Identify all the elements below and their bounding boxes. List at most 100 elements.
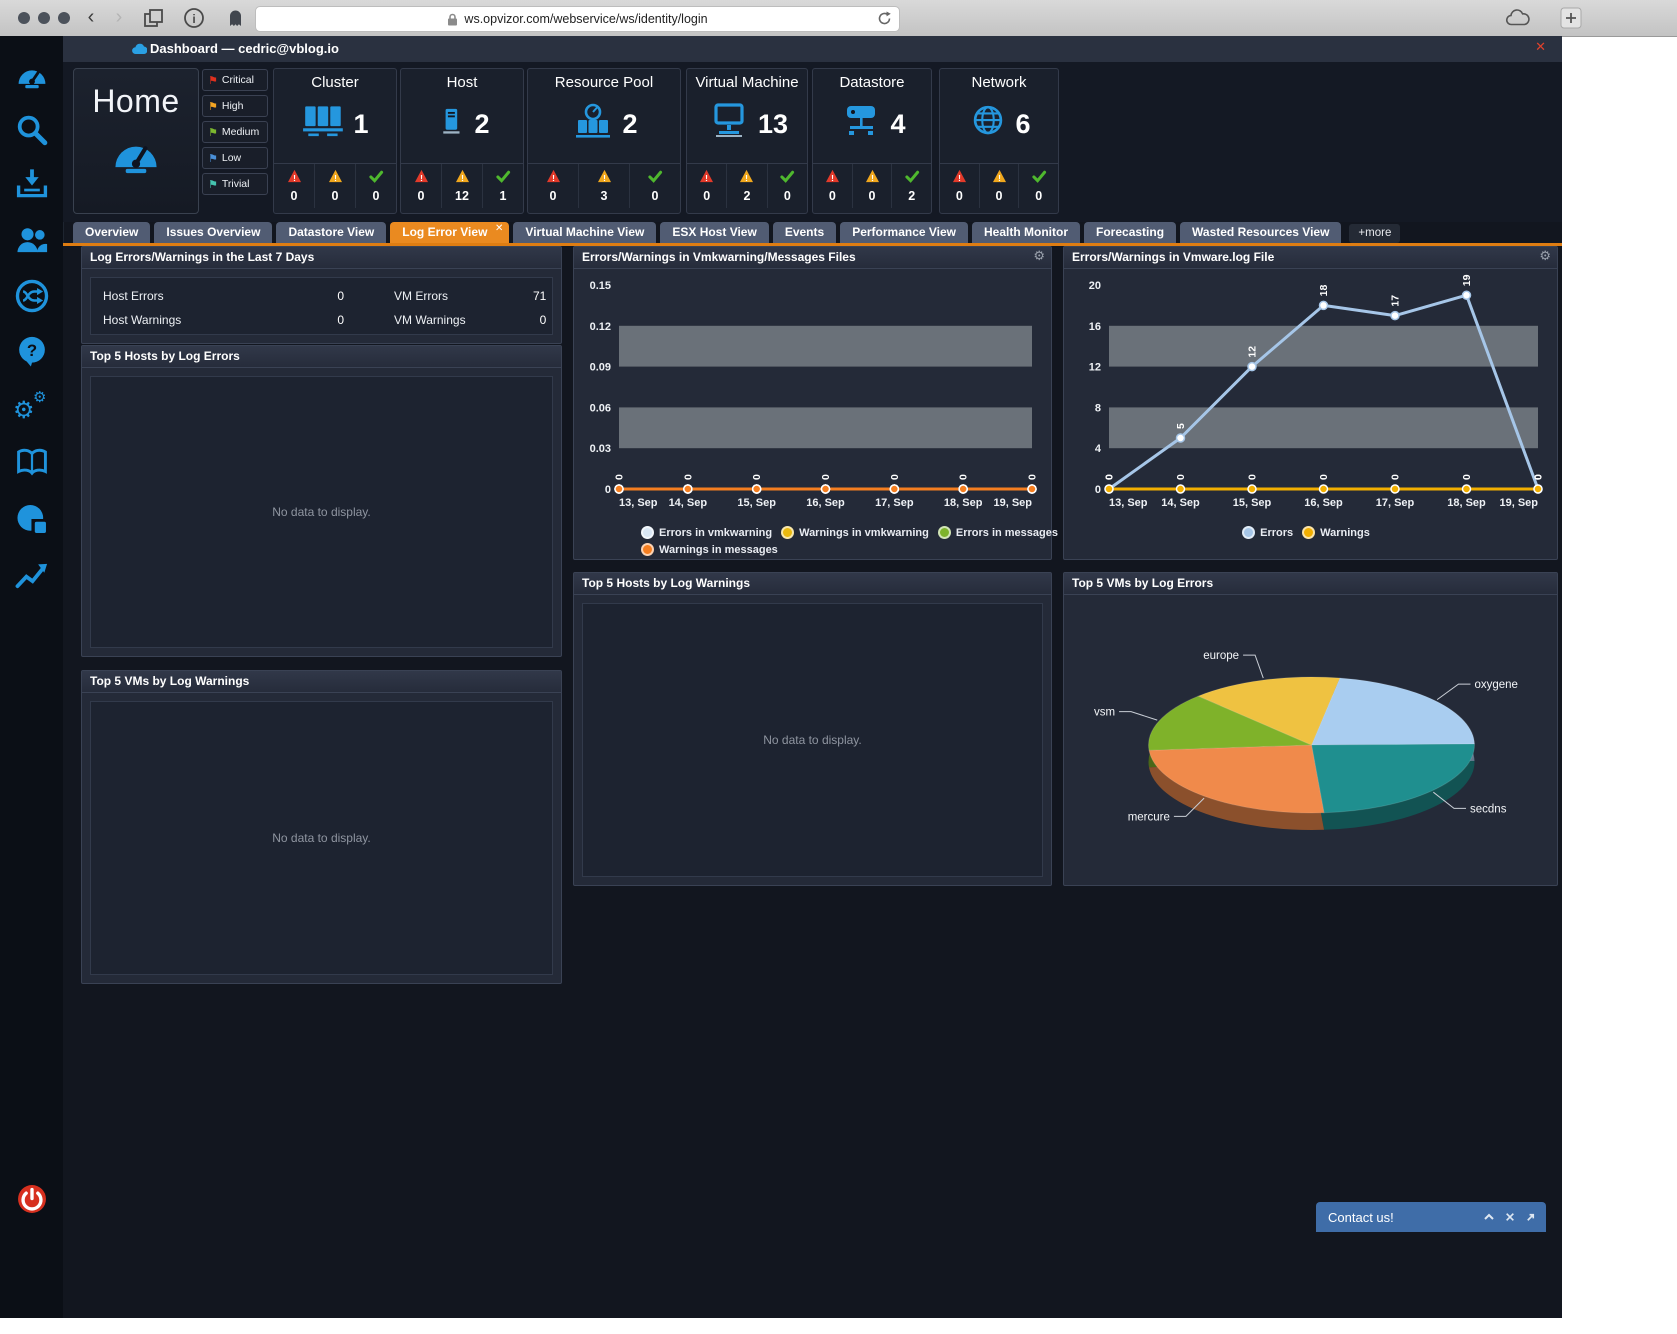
window-close-button[interactable] [18,12,30,24]
alert-cell: 0 [1019,164,1058,208]
tab-issues-overview[interactable]: Issues Overview [154,222,272,243]
warning-alert-icon: ! [980,169,1019,188]
trend-chart-icon [13,556,51,594]
sidebar-item-documentation[interactable] [13,443,51,481]
svg-text:12: 12 [1089,362,1101,374]
alert-cell: !0 [813,164,853,208]
svg-text:!: ! [603,173,606,183]
legend-item[interactable]: Errors in messages [938,526,1058,539]
svg-text:0: 0 [1247,474,1259,480]
info-icon[interactable]: i [183,7,205,34]
legend-label: Warnings in messages [659,544,778,556]
tab-bar: OverviewIssues OverviewDatastore ViewLog… [63,222,1562,246]
flag-icon: ⚑ [208,126,218,139]
alert-count: 0 [813,189,852,203]
legend-item[interactable]: Errors in vmkwarning [641,526,772,539]
card-cluster[interactable]: Cluster1!0!00 [273,68,397,214]
back-button[interactable]: ‹ [78,5,104,31]
svg-text:0.15: 0.15 [590,280,611,292]
stat-value: 0 [268,313,348,327]
tab-virtual-machine-view[interactable]: Virtual Machine View [513,222,656,243]
legend-dot-icon [641,526,654,539]
legend-item[interactable]: Warnings in messages [641,543,778,556]
alert-cell: !2 [727,164,767,208]
window-minimize-button[interactable] [38,12,50,24]
panel-settings-icon[interactable]: ⚙ [1539,249,1551,264]
legend-item[interactable]: Errors [1242,526,1293,539]
home-panel[interactable]: Home [73,68,199,214]
svg-text:0.09: 0.09 [590,362,611,374]
new-tab-button[interactable] [1560,7,1582,34]
severity-critical[interactable]: ⚑Critical [202,69,268,91]
dashboard-close-icon[interactable]: ✕ [1535,40,1546,55]
severity-low[interactable]: ⚑Low [202,147,268,169]
vmkwarning-chart: 00.030.060.090.120.1513, Sep14, Sep15, S… [575,269,1050,558]
sidebar-item-search[interactable] [13,112,51,150]
tab-log-error-view[interactable]: Log Error View✕ [390,222,509,243]
card-datastore[interactable]: Datastore4!0!02 [812,68,932,214]
sidebar-item-analytics[interactable] [13,556,51,594]
legend-dot-icon [1302,526,1315,539]
page-titlebar: Dashboard — cedric@vblog.io ✕ [63,36,1562,63]
tab-more-button[interactable]: +more [1349,224,1400,243]
sidebar-item-help[interactable]: ? [13,333,51,371]
svg-text:!: ! [705,173,708,183]
svg-text:18, Sep: 18, Sep [1447,497,1486,509]
svg-text:!: ! [871,173,874,183]
severity-high[interactable]: ⚑High [202,95,268,117]
tab-overview-icon[interactable] [142,7,164,34]
ok-check-icon [356,169,396,188]
sidebar-item-import[interactable] [13,166,51,204]
forward-button[interactable]: › [106,5,132,31]
book-icon [13,443,51,481]
tab-overview[interactable]: Overview [73,222,150,243]
tab-events[interactable]: Events [773,222,836,243]
tab-esx-host-view[interactable]: ESX Host View [660,222,768,243]
panel-vmware-chart: Errors/Warnings in Vmware.log File⚙ 0481… [1063,246,1558,560]
address-bar[interactable]: ws.opvizor.com/webservice/ws/identity/lo… [255,6,900,32]
panel-settings-icon[interactable]: ⚙ [1033,249,1045,264]
card-vm[interactable]: Virtual Machine13!0!20 [686,68,808,214]
legend-dot-icon [781,526,794,539]
alert-count: 0 [630,189,680,203]
sidebar-item-reports[interactable] [13,500,51,538]
severity-medium[interactable]: ⚑Medium [202,121,268,143]
critical-alert-icon: ! [687,169,726,188]
sidebar-item-automation[interactable] [13,277,51,315]
critical-alert-icon: ! [274,169,314,188]
sidebar-item-users[interactable] [13,222,51,260]
chart-legend: Errors Warnings [1065,526,1556,543]
contact-widget[interactable]: Contact us! [1316,1202,1546,1232]
sidebar-item-dashboard[interactable] [13,57,51,95]
reload-icon[interactable] [877,11,892,31]
card-network[interactable]: Network6!0!00 [939,68,1059,214]
alert-cell: !0 [687,164,727,208]
sidebar-item-settings[interactable]: ⚙⚙ [13,388,51,426]
window-zoom-button[interactable] [58,12,70,24]
chevron-up-icon[interactable] [1483,1212,1495,1222]
card-host[interactable]: Host2!0!121 [400,68,524,214]
severity-trivial[interactable]: ⚑Trivial [202,173,268,195]
users-icon [13,222,51,260]
pie-slice-label: mercure [1128,811,1170,823]
card-resource_pool[interactable]: Resource Pool2!0!30 [527,68,681,214]
popout-icon[interactable] [1525,1212,1536,1223]
tab-health-monitor[interactable]: Health Monitor [972,222,1080,243]
legend-dot-icon [641,543,654,556]
alert-cell: 0 [630,164,680,208]
cloud-icon[interactable] [1505,8,1531,33]
svg-text:0: 0 [958,474,970,480]
tab-forecasting[interactable]: Forecasting [1084,222,1176,243]
flag-icon: ⚑ [208,100,218,113]
tab-datastore-view[interactable]: Datastore View [276,222,386,243]
legend-item[interactable]: Warnings [1302,526,1370,539]
legend-item[interactable]: Warnings in vmkwarning [781,526,929,539]
ghost-extension-icon[interactable] [224,7,246,34]
tab-wasted-resources-view[interactable]: Wasted Resources View [1180,222,1341,243]
tab-close-icon[interactable]: ✕ [495,223,503,234]
tab-performance-view[interactable]: Performance View [840,222,968,243]
svg-text:0: 0 [889,474,901,480]
alert-count: 0 [687,189,726,203]
sidebar-item-logout[interactable] [13,1180,51,1218]
close-icon[interactable] [1505,1212,1515,1222]
